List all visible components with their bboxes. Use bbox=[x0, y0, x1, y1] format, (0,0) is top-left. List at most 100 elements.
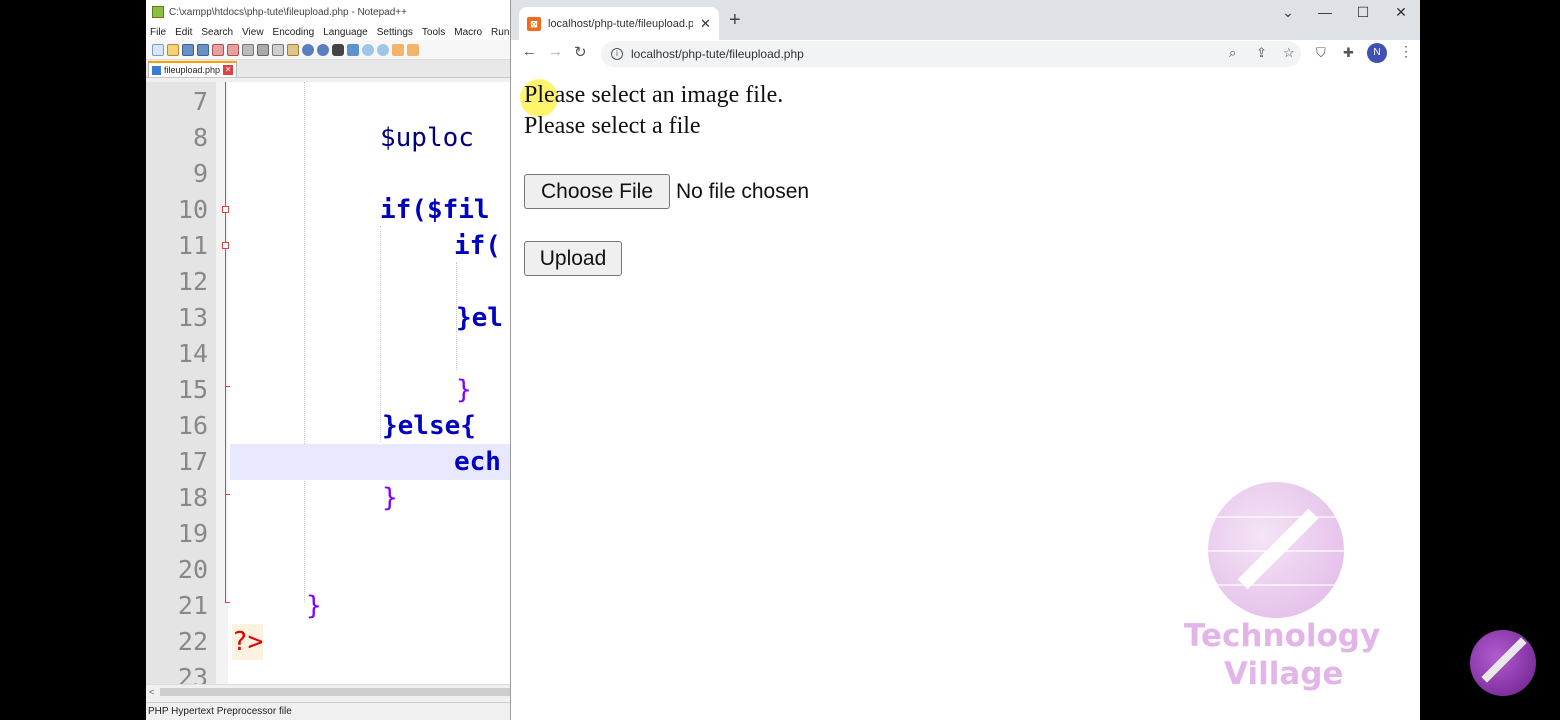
line-number: 8 bbox=[192, 123, 208, 152]
code-line: 8 $uploc bbox=[146, 120, 510, 156]
code-editor[interactable]: 7 8 $uploc 9 10 if($fil 11 if( 12 13}el… bbox=[146, 82, 510, 684]
line-number: 18 bbox=[177, 483, 208, 512]
menu-language[interactable]: Language bbox=[323, 27, 368, 38]
menu-encoding[interactable]: Encoding bbox=[273, 27, 315, 38]
menu-tools[interactable]: Tools bbox=[422, 27, 445, 38]
line-number: 17 bbox=[177, 447, 208, 476]
code-text: }else{ bbox=[382, 411, 476, 441]
line-number: 14 bbox=[177, 339, 208, 368]
notepad-app-icon bbox=[152, 6, 164, 18]
horizontal-scrollbar[interactable]: < bbox=[146, 684, 510, 698]
extension-shield-icon[interactable]: ⛉ bbox=[1316, 45, 1326, 61]
undo-icon[interactable] bbox=[302, 43, 314, 56]
file-status-text: No file chosen bbox=[676, 180, 810, 203]
new-file-icon[interactable] bbox=[152, 43, 164, 56]
browser-tab[interactable]: ⊠ localhost/php-tute/fileupload.ph ✕ bbox=[519, 7, 719, 40]
browser-menu-icon[interactable]: ⋮ bbox=[1399, 43, 1413, 60]
new-tab-icon[interactable]: + bbox=[729, 10, 741, 30]
message-line-2: Please select a file bbox=[524, 113, 701, 139]
maximize-icon[interactable]: ☐ bbox=[1353, 4, 1373, 21]
line-number: 20 bbox=[177, 555, 208, 584]
menu-run[interactable]: Run bbox=[491, 27, 509, 38]
redo-icon[interactable] bbox=[317, 43, 329, 56]
message-line-1: Please select an image file. bbox=[520, 79, 783, 117]
code-line: 21 } bbox=[146, 588, 510, 624]
code-line: 13 }el bbox=[146, 300, 510, 336]
code-text: $uploc bbox=[380, 123, 474, 153]
watermark-globe-icon bbox=[1208, 482, 1344, 618]
paste-icon[interactable] bbox=[287, 43, 299, 56]
notepad-tab-bar: fileupload.php ✕ bbox=[146, 60, 510, 78]
save-icon[interactable] bbox=[182, 43, 194, 56]
replace-icon[interactable] bbox=[347, 43, 359, 56]
code-line: 19 bbox=[146, 516, 510, 552]
notepad-tab-label: fileupload.php bbox=[164, 65, 221, 75]
code-text: } bbox=[306, 591, 322, 621]
cut-icon[interactable] bbox=[257, 43, 269, 56]
line-number: 7 bbox=[192, 87, 208, 116]
sync-vertical-icon[interactable] bbox=[392, 43, 404, 56]
close-all-icon[interactable] bbox=[227, 43, 239, 56]
zoom-out-icon[interactable] bbox=[377, 43, 389, 56]
code-line: 10 if($fil bbox=[146, 192, 510, 228]
code-text: } bbox=[456, 375, 472, 405]
minimize-icon[interactable]: — bbox=[1315, 4, 1335, 20]
reload-icon[interactable]: ↻ bbox=[574, 43, 587, 61]
site-info-icon[interactable]: i bbox=[611, 48, 623, 60]
upload-button[interactable]: Upload bbox=[524, 241, 622, 276]
scrollbar-thumb[interactable] bbox=[160, 688, 510, 696]
php-file-icon bbox=[152, 65, 161, 75]
menu-file[interactable]: File bbox=[150, 27, 166, 38]
forward-icon[interactable]: → bbox=[548, 43, 563, 60]
menu-search[interactable]: Search bbox=[201, 27, 233, 38]
address-url: localhost/php-tute/fileupload.php bbox=[631, 47, 804, 61]
code-text: }el bbox=[456, 303, 503, 333]
code-text: ?> bbox=[232, 624, 264, 660]
line-number: 19 bbox=[177, 519, 208, 548]
code-line: 11 if( bbox=[146, 228, 510, 264]
close-tab-icon[interactable]: ✕ bbox=[223, 65, 234, 75]
close-file-icon[interactable] bbox=[212, 43, 224, 56]
notepad-toolbar bbox=[146, 40, 510, 60]
back-icon[interactable]: ← bbox=[522, 43, 537, 60]
browser-tab-strip: ⊠ localhost/php-tute/fileupload.ph ✕ + ⌄… bbox=[511, 0, 1420, 40]
menu-edit[interactable]: Edit bbox=[175, 27, 192, 38]
menu-view[interactable]: View bbox=[242, 27, 264, 38]
close-tab-icon[interactable]: ✕ bbox=[700, 16, 711, 32]
line-number: 9 bbox=[192, 159, 208, 188]
choose-file-button[interactable]: Choose File bbox=[524, 174, 670, 209]
address-bar[interactable]: i localhost/php-tute/fileupload.php bbox=[601, 41, 1301, 67]
save-all-icon[interactable] bbox=[197, 43, 209, 56]
line-number: 12 bbox=[177, 267, 208, 296]
code-line: 17 ech bbox=[146, 444, 510, 480]
line-number: 16 bbox=[177, 411, 208, 440]
open-file-icon[interactable] bbox=[167, 43, 179, 56]
sync-horizontal-icon[interactable] bbox=[407, 43, 419, 56]
copy-icon[interactable] bbox=[272, 43, 284, 56]
tab-search-icon[interactable]: ⌄ bbox=[1278, 4, 1298, 21]
close-window-icon[interactable]: ✕ bbox=[1391, 4, 1411, 21]
desktop: C:\xampp\htdocs\php-tute\fileupload.php … bbox=[0, 0, 1560, 720]
code-text: } bbox=[382, 483, 398, 513]
watermark-text-line-2: Village bbox=[1224, 656, 1344, 692]
zoom-icon[interactable]: ⌕ bbox=[1229, 45, 1236, 61]
profile-avatar[interactable]: N bbox=[1367, 43, 1387, 63]
line-number: 13 bbox=[177, 303, 208, 332]
scroll-left-icon[interactable]: < bbox=[149, 685, 154, 699]
extensions-puzzle-icon[interactable]: ✚ bbox=[1343, 45, 1354, 61]
menu-settings[interactable]: Settings bbox=[377, 27, 413, 38]
code-line: 18 } bbox=[146, 480, 510, 516]
browser-toolbar: ← → ↻ i localhost/php-tute/fileupload.ph… bbox=[511, 40, 1420, 68]
line-number: 23 bbox=[177, 663, 208, 684]
notepad-file-tab[interactable]: fileupload.php ✕ bbox=[148, 61, 238, 77]
bookmark-star-icon[interactable]: ☆ bbox=[1283, 45, 1295, 61]
line-number: 15 bbox=[177, 375, 208, 404]
code-line: 16 }else{ bbox=[146, 408, 510, 444]
share-icon[interactable]: ⇪ bbox=[1256, 45, 1267, 61]
code-line: 23 bbox=[146, 660, 510, 684]
find-icon[interactable] bbox=[332, 43, 344, 56]
code-line: 22 ?> bbox=[146, 624, 510, 660]
print-icon[interactable] bbox=[242, 43, 254, 56]
zoom-in-icon[interactable] bbox=[362, 43, 374, 56]
menu-macro[interactable]: Macro bbox=[454, 27, 482, 38]
